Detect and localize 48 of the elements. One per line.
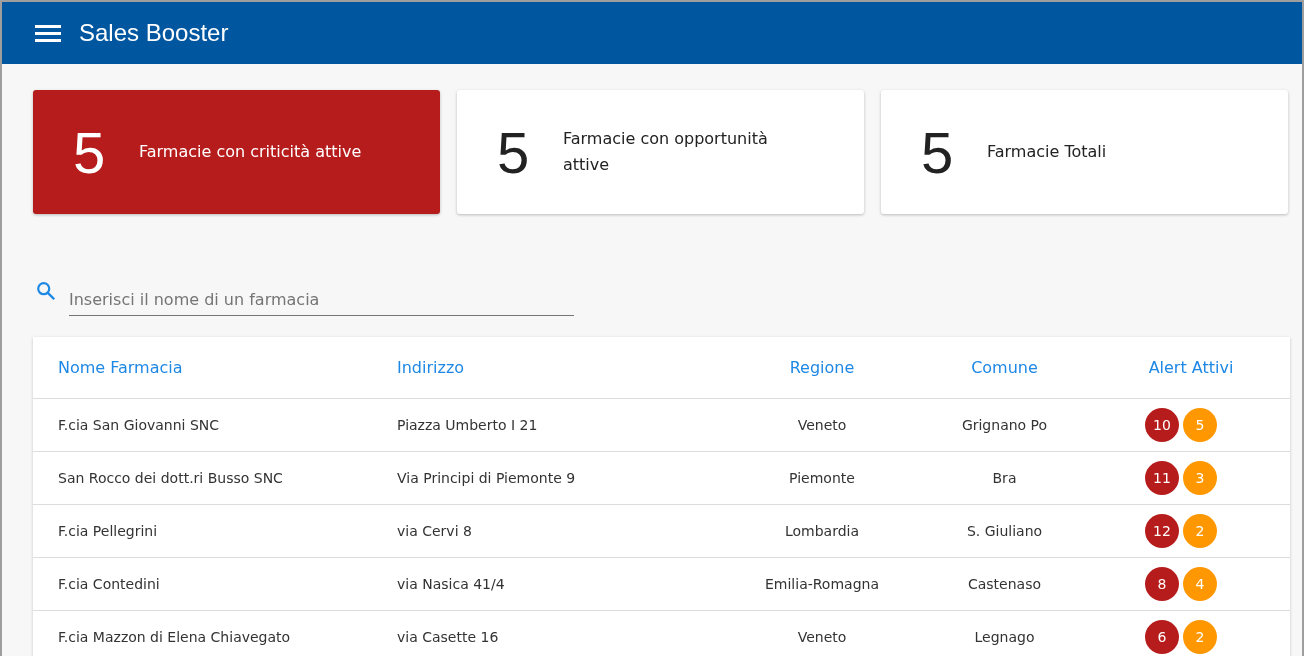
column-header[interactable]: Regione bbox=[727, 358, 917, 377]
app-title: Sales Booster bbox=[79, 19, 229, 47]
table-cell-text: F.cia Mazzon di Elena Chiavegato bbox=[58, 629, 292, 645]
alert-count-badge: 12 bbox=[1145, 514, 1179, 548]
column-header[interactable]: Nome Farmacia bbox=[58, 358, 397, 377]
table-cell-text: Castenaso bbox=[966, 576, 1043, 592]
alert-count-badge: 6 bbox=[1145, 620, 1179, 654]
table-cell-text: Piazza Umberto I 21 bbox=[397, 417, 539, 433]
table-cell-text: via Casette 16 bbox=[397, 629, 500, 645]
card-count: 5 bbox=[73, 118, 107, 186]
search-icon bbox=[35, 280, 57, 302]
table-cell-text: F.cia San Giovanni SNC bbox=[58, 417, 221, 433]
summary-card[interactable]: 5 Farmacie con criticità attive bbox=[33, 90, 440, 214]
alert-count-badge: 3 bbox=[1183, 461, 1217, 495]
table-cell-text: Via Principi di Piemonte 9 bbox=[397, 470, 577, 486]
table-cell-text: Legnago bbox=[973, 629, 1036, 645]
alert-count-badge: 8 bbox=[1145, 567, 1179, 601]
card-label: Farmacie con criticità attive bbox=[139, 141, 362, 163]
card-label: Farmacie con opportunità attive bbox=[563, 128, 769, 176]
column-header[interactable]: Alert Attivi bbox=[1092, 358, 1290, 377]
table-cell-text: Veneto bbox=[796, 629, 848, 645]
alert-count-badge: 5 bbox=[1183, 408, 1217, 442]
column-header[interactable]: Comune bbox=[917, 358, 1092, 377]
table-cell-text: Veneto bbox=[796, 417, 848, 433]
alert-count-badge: 2 bbox=[1183, 620, 1217, 654]
search-field[interactable]: Inserisci il nome di un farmacia bbox=[69, 286, 574, 316]
table-cell-text: via Cervi 8 bbox=[397, 523, 473, 539]
card-count: 5 bbox=[921, 118, 955, 186]
table-cell-text: Bra bbox=[991, 470, 1018, 486]
table-cell-text: Piemonte bbox=[788, 470, 856, 486]
alert-count-badge: 10 bbox=[1145, 408, 1179, 442]
table-cell-text: S. Giuliano bbox=[965, 523, 1044, 539]
alert-count-badge: 2 bbox=[1183, 514, 1217, 548]
menu-icon[interactable] bbox=[35, 24, 61, 42]
table-cell-text: Grignano Po bbox=[960, 417, 1049, 433]
table-cell-text: Emilia-Romagna bbox=[764, 576, 880, 592]
card-label: Farmacie Totali bbox=[987, 141, 1107, 163]
alert-count-badge: 4 bbox=[1183, 567, 1217, 601]
table-cell-text: F.cia Contedini bbox=[58, 576, 161, 592]
table-cell-text: Lombardia bbox=[783, 523, 861, 539]
table-cell-text: F.cia Pellegrini bbox=[58, 523, 159, 539]
card-count: 5 bbox=[497, 118, 531, 186]
summary-card[interactable]: 5 Farmacie con opportunità attive bbox=[457, 90, 864, 214]
alert-count-badge: 11 bbox=[1145, 461, 1179, 495]
table-cell-text: San Rocco dei dott.ri Busso SNC bbox=[58, 470, 284, 486]
summary-card[interactable]: 5 Farmacie Totali bbox=[881, 90, 1288, 214]
column-header[interactable]: Indirizzo bbox=[397, 358, 727, 377]
table-cell-text: via Nasica 41/4 bbox=[397, 576, 506, 592]
